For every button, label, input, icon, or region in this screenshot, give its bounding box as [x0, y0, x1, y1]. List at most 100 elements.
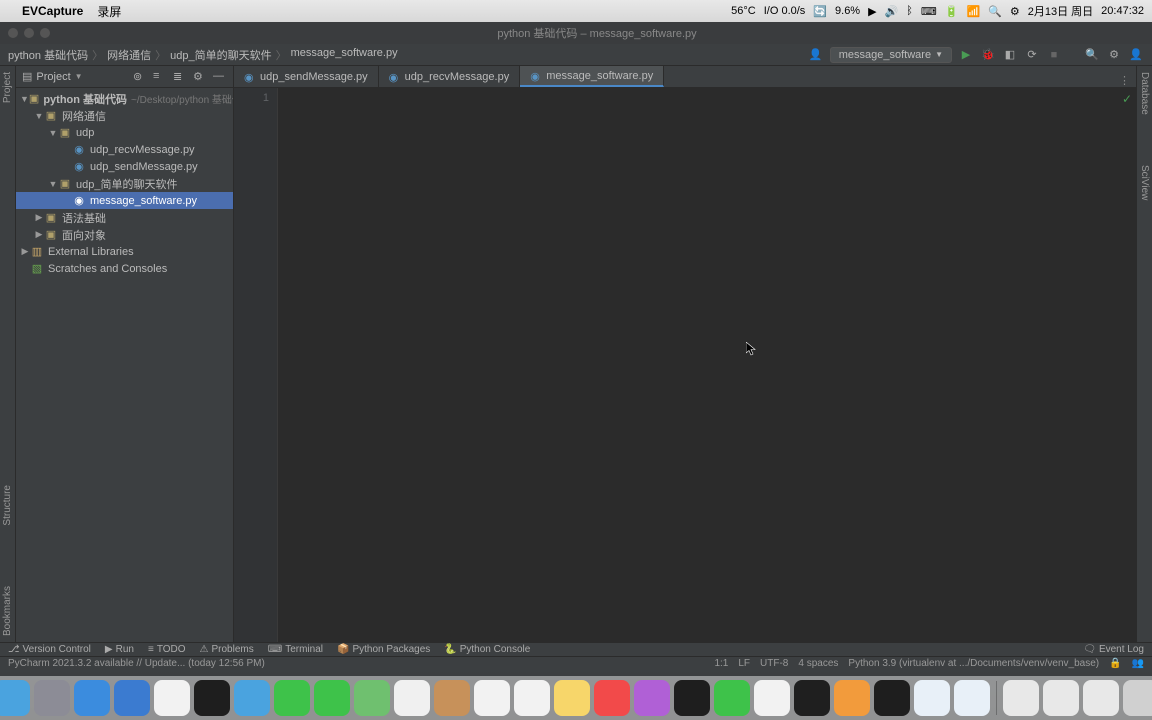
code-area[interactable]: ✓ — [278, 88, 1136, 642]
status-bt-icon[interactable]: ᛒ — [906, 5, 913, 17]
status-encoding[interactable]: UTF-8 — [760, 658, 788, 669]
project-panel-title[interactable]: Project — [36, 71, 70, 83]
crumb-3[interactable]: message_software.py — [291, 47, 398, 63]
dock-app-iina[interactable] — [874, 680, 910, 716]
dock-app-notes[interactable] — [554, 680, 590, 716]
status-left[interactable]: PyCharm 2021.3.2 available // Update... … — [8, 658, 265, 669]
settings-icon[interactable]: ⚙ — [1106, 47, 1122, 63]
zoom-button[interactable] — [40, 28, 50, 38]
add-config-icon[interactable]: 👤 — [808, 47, 824, 63]
profile-button[interactable]: ⟳ — [1024, 47, 1040, 63]
tree-ext-lib[interactable]: ▶ ▥ External Libraries — [16, 243, 233, 260]
tree-grammar[interactable]: ▶ ▣ 语法基础 — [16, 209, 233, 226]
menu-record[interactable]: 录屏 — [97, 3, 121, 20]
status-control-icon[interactable]: ⚙ — [1010, 5, 1020, 18]
status-line-ending[interactable]: LF — [738, 658, 750, 669]
inspection-ok-icon[interactable]: ✓ — [1122, 92, 1132, 106]
status-input-icon[interactable]: ⌨ — [921, 5, 937, 18]
run-config-selector[interactable]: message_software ▼ — [830, 47, 952, 63]
tree-file-send[interactable]: ◉ udp_sendMessage.py — [16, 158, 233, 175]
tree-oop[interactable]: ▶ ▣ 面向对象 — [16, 226, 233, 243]
status-battery-icon[interactable]: 🔋 — [945, 5, 959, 18]
tree-udp[interactable]: ▼ ▣ udp — [16, 124, 233, 141]
dock-desktop1[interactable] — [1043, 680, 1079, 716]
tool-structure[interactable]: Structure — [2, 485, 13, 526]
stop-button[interactable]: ■ — [1046, 47, 1062, 63]
tree-root[interactable]: ▼ ▣ python 基础代码 ~/Desktop/python 基础代码 — [16, 90, 233, 107]
traffic-lights[interactable] — [8, 28, 50, 38]
tab-udp-send[interactable]: ◉ udp_sendMessage.py — [234, 66, 379, 87]
dock-app-podcasts[interactable] — [634, 680, 670, 716]
dock-app-messages[interactable] — [314, 680, 350, 716]
dock-app-app1[interactable] — [914, 680, 950, 716]
dock-app-tv[interactable] — [674, 680, 710, 716]
app-name[interactable]: EVCapture — [22, 4, 83, 18]
dock-desktop2[interactable] — [1083, 680, 1119, 716]
dock-trash[interactable] — [1123, 680, 1152, 716]
breadcrumb[interactable]: python 基础代码〉 网络通信〉 udp_简单的聊天软件〉 message_… — [8, 47, 398, 63]
status-pos[interactable]: 1:1 — [714, 658, 728, 669]
tree-udp-chat[interactable]: ▼ ▣ udp_简单的聊天软件 — [16, 175, 233, 192]
tab-options-icon[interactable]: ⋮ — [1119, 74, 1130, 87]
status-date[interactable]: 2月13日 周日 — [1028, 3, 1093, 19]
status-search-icon[interactable]: 🔍 — [988, 5, 1002, 18]
search-everywhere-icon[interactable]: 🔍 — [1084, 47, 1100, 63]
dock-app-photos[interactable] — [394, 680, 430, 716]
dock-app-wechat[interactable] — [714, 680, 750, 716]
tool-python-console[interactable]: 🐍 Python Console — [444, 644, 530, 655]
tree-scratches[interactable]: ▧ Scratches and Consoles — [16, 260, 233, 277]
tool-database[interactable]: Database — [1139, 72, 1150, 115]
status-vol-icon[interactable]: 🔊 — [885, 5, 899, 18]
status-interpreter[interactable]: Python 3.9 (virtualenv at .../Documents/… — [848, 658, 1099, 669]
collapse-all-icon[interactable]: ≣ — [173, 70, 187, 84]
tree-file-msgsoft[interactable]: ◉ message_software.py — [16, 192, 233, 209]
select-opened-file-icon[interactable]: ⊚ — [133, 70, 147, 84]
avatar-icon[interactable]: 👤 — [1128, 47, 1144, 63]
dock-app-calendar[interactable] — [474, 680, 510, 716]
status-indent[interactable]: 4 spaces — [798, 658, 838, 669]
dock-app-maps[interactable] — [354, 680, 390, 716]
status-wifi-icon[interactable]: 📶 — [966, 5, 980, 18]
expand-all-icon[interactable]: ≡ — [153, 70, 167, 84]
coverage-button[interactable]: ◧ — [1002, 47, 1018, 63]
tool-run[interactable]: ▶ Run — [105, 644, 134, 655]
status-time[interactable]: 20:47:32 — [1101, 5, 1144, 17]
close-button[interactable] — [8, 28, 18, 38]
macos-dock[interactable] — [0, 676, 1152, 720]
tool-project[interactable]: Project — [2, 72, 13, 103]
status-shared-icon[interactable]: 👥 — [1132, 658, 1144, 669]
tool-sciview[interactable]: SciView — [1139, 165, 1150, 200]
dock-app-facetime[interactable] — [274, 680, 310, 716]
dock-app-sublime[interactable] — [834, 680, 870, 716]
status-icon[interactable]: ▶ — [868, 5, 876, 18]
tool-version-control[interactable]: ⎇ Version Control — [8, 644, 91, 655]
hide-panel-icon[interactable]: — — [213, 70, 227, 84]
settings-gear-icon[interactable]: ⚙ — [193, 70, 207, 84]
dock-app-contacts[interactable] — [434, 680, 470, 716]
tool-todo[interactable]: ≡ TODO — [148, 644, 186, 655]
tool-bookmarks[interactable]: Bookmarks — [2, 586, 13, 636]
tool-python-packages[interactable]: 📦 Python Packages — [337, 644, 430, 655]
run-button[interactable]: ▶ — [958, 47, 974, 63]
dock-app-pycharm[interactable] — [794, 680, 830, 716]
debug-button[interactable]: 🐞 — [980, 47, 996, 63]
dock-app-reminders[interactable] — [514, 680, 550, 716]
tab-message-software[interactable]: ◉ message_software.py — [520, 66, 664, 87]
tool-terminal[interactable]: ⌨ Terminal — [268, 644, 323, 655]
editor-body[interactable]: 1 ✓ — [234, 88, 1136, 642]
dock-app-launchpad[interactable] — [34, 680, 70, 716]
dock-app-safari[interactable] — [74, 680, 110, 716]
dock-app-finder[interactable] — [0, 680, 30, 716]
dock-app-qq[interactable] — [754, 680, 790, 716]
crumb-0[interactable]: python 基础代码 — [8, 47, 88, 63]
dock-app-xcode[interactable] — [114, 680, 150, 716]
dock-app-chrome[interactable] — [154, 680, 190, 716]
tab-udp-recv[interactable]: ◉ udp_recvMessage.py — [379, 66, 521, 87]
tool-event-log[interactable]: 🗨 Event Log — [1083, 644, 1144, 655]
dock-app-music[interactable] — [594, 680, 630, 716]
project-tree[interactable]: ▼ ▣ python 基础代码 ~/Desktop/python 基础代码 ▼ … — [16, 88, 233, 642]
dock-app-terminal[interactable] — [194, 680, 230, 716]
tool-problems[interactable]: ⚠ Problems — [200, 644, 254, 655]
dock-app-app2[interactable] — [954, 680, 990, 716]
status-lock-icon[interactable]: 🔒 — [1109, 658, 1121, 669]
